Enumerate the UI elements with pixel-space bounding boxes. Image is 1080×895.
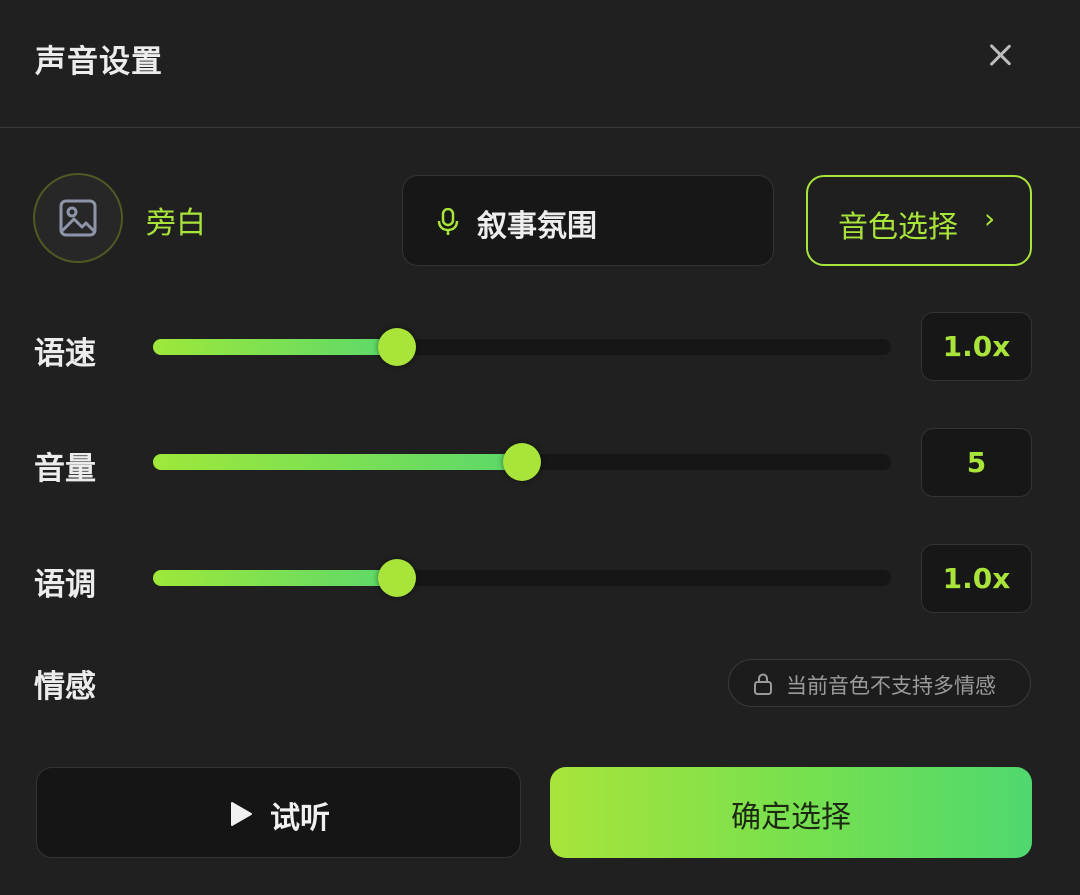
preview-button[interactable]: 试听	[36, 767, 521, 858]
mic-icon	[437, 208, 459, 235]
emotion-notice: 当前音色不支持多情感	[786, 674, 996, 698]
volume-label: 音量	[34, 451, 96, 487]
voice-style-selector[interactable]: 叙事氛围	[402, 175, 774, 266]
speed-slider-fill	[153, 339, 397, 355]
volume-slider-thumb[interactable]	[503, 443, 541, 481]
speed-value[interactable]: 1.0x	[921, 312, 1032, 381]
lock-icon	[754, 673, 772, 695]
volume-slider[interactable]	[153, 443, 891, 481]
pitch-label: 语调	[34, 567, 96, 603]
chevron-right-icon: ›	[984, 202, 996, 235]
header-divider	[0, 127, 1080, 128]
speed-label: 语速	[34, 336, 96, 372]
volume-value[interactable]: 5	[921, 428, 1032, 497]
close-icon[interactable]	[982, 37, 1018, 73]
pitch-slider-thumb[interactable]	[378, 559, 416, 597]
voice-settings-dialog: 声音设置 旁白 叙事氛围 音色选择 › 语速 1.0x 音量 5 语调 1.0x…	[0, 0, 1080, 895]
preview-button-label: 试听	[270, 801, 330, 836]
timbre-button-label: 音色选择	[838, 210, 958, 245]
voice-style-label: 叙事氛围	[477, 209, 597, 244]
pitch-slider[interactable]	[153, 559, 891, 597]
voice-name: 旁白	[146, 206, 206, 241]
image-icon	[59, 199, 97, 237]
play-icon	[231, 802, 252, 826]
speed-slider[interactable]	[153, 328, 891, 366]
voice-avatar[interactable]	[33, 173, 123, 263]
speed-slider-thumb[interactable]	[378, 328, 416, 366]
timbre-select-button[interactable]: 音色选择 ›	[806, 175, 1032, 266]
emotion-unsupported-badge: 当前音色不支持多情感	[728, 659, 1031, 707]
emotion-label: 情感	[34, 669, 96, 705]
pitch-slider-fill	[153, 570, 397, 586]
pitch-value[interactable]: 1.0x	[921, 544, 1032, 613]
volume-slider-fill	[153, 454, 522, 470]
confirm-button-label: 确定选择	[731, 800, 851, 835]
dialog-header: 声音设置	[0, 0, 1080, 127]
dialog-title: 声音设置	[35, 44, 163, 80]
confirm-button[interactable]: 确定选择	[550, 767, 1032, 858]
